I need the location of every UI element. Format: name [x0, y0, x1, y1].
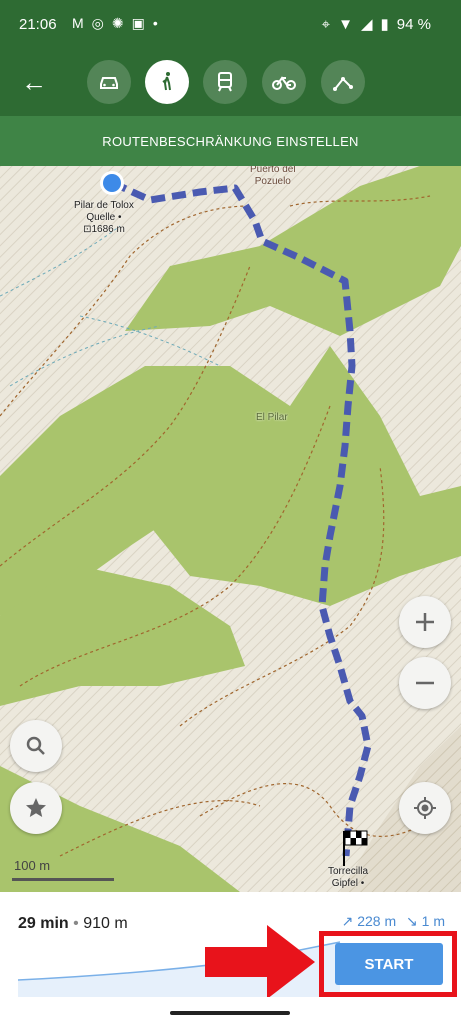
separator: •	[73, 915, 84, 932]
train-mode-button[interactable]	[203, 60, 247, 104]
walk-mode-button[interactable]	[145, 60, 189, 104]
plus-icon	[416, 613, 434, 631]
walk-icon	[162, 72, 171, 91]
poi-start-line2: Quelle •	[86, 212, 122, 223]
favorites-button[interactable]	[10, 782, 62, 834]
back-arrow-icon[interactable]: ←	[16, 64, 52, 100]
whatsapp-icon: ◎	[91, 15, 104, 31]
scale-bar	[12, 878, 114, 881]
signal-icon: ◢	[360, 16, 373, 33]
car-icon	[100, 77, 118, 89]
route-restriction-label: ROUTENBESCHRÄNKUNG EINSTELLEN	[102, 133, 359, 149]
status-time: 21:06	[19, 16, 57, 33]
poi-area: El Pilar	[256, 412, 288, 423]
settings-icon: ✺	[111, 15, 124, 31]
route-icon	[333, 77, 353, 91]
annotation-highlight-box	[319, 931, 457, 997]
poi-start-name: Pilar de Tolox	[74, 200, 134, 211]
search-icon	[26, 736, 45, 755]
ascent-value: ↗ 228 m	[341, 913, 397, 929]
route-duration-distance: 29 min • 910 m	[18, 915, 128, 933]
bike-mode-button[interactable]	[262, 60, 306, 104]
system-icons: ⌖ ▼ ◢ ▮ 94 %	[321, 15, 431, 34]
battery-icon: ▮	[380, 16, 389, 33]
wifi-icon: ▼	[338, 15, 353, 33]
gmail-icon: M	[72, 15, 84, 31]
poi-pass-line2: Pozuelo	[254, 176, 291, 187]
routing-toolbar: ←	[0, 50, 461, 116]
my-location-button[interactable]	[399, 782, 451, 834]
poi-pass[interactable]: Puerto del Pozuelo	[250, 166, 296, 188]
poi-start[interactable]: Pilar de Tolox Quelle • ⊡1686 m	[74, 200, 134, 236]
zoom-out-button[interactable]	[399, 657, 451, 709]
descent-value: ↘ 1 m	[406, 913, 445, 929]
train-icon	[218, 72, 232, 92]
route-duration: 29 min	[18, 915, 69, 932]
star-icon	[26, 798, 46, 817]
elevation-stats: ↗ 228 m ↘ 1 m	[342, 913, 445, 930]
map-view[interactable]: Pilar de Tolox Quelle • ⊡1686 m Puerto d…	[0, 166, 461, 892]
notification-icons: M ◎ ✺ ▣ •	[72, 15, 158, 32]
route-distance: 910 m	[83, 915, 128, 932]
zoom-in-button[interactable]	[399, 596, 451, 648]
home-handle[interactable]	[170, 1011, 290, 1015]
dot-icon: •	[152, 15, 158, 31]
poi-end-line2: Gipfel •	[331, 878, 365, 889]
search-button[interactable]	[10, 720, 62, 772]
phone-icon: ▣	[131, 15, 145, 31]
poi-end[interactable]: Torrecilla Gipfel •	[328, 866, 368, 890]
bike-icon	[272, 76, 296, 90]
map-canvas	[0, 166, 461, 892]
my-location-icon	[414, 797, 436, 819]
battery-label: 94 %	[396, 15, 431, 33]
scale-label: 100 m	[14, 858, 51, 873]
car-mode-button[interactable]	[87, 60, 131, 104]
poi-pass-line1: Puerto del	[250, 166, 296, 175]
location-icon: ⌖	[321, 15, 331, 33]
poi-end-line1: Torrecilla	[328, 866, 369, 877]
minus-icon	[416, 681, 434, 685]
annotation-arrow-icon	[205, 925, 315, 999]
poi-start-line3: ⊡1686 m	[83, 224, 125, 235]
route-mode-button[interactable]	[321, 60, 365, 104]
status-bar: 21:06 M ◎ ✺ ▣ • ⌖ ▼ ◢ ▮ 94 %	[0, 0, 461, 50]
route-restriction-button[interactable]: ROUTENBESCHRÄNKUNG EINSTELLEN	[0, 116, 461, 166]
